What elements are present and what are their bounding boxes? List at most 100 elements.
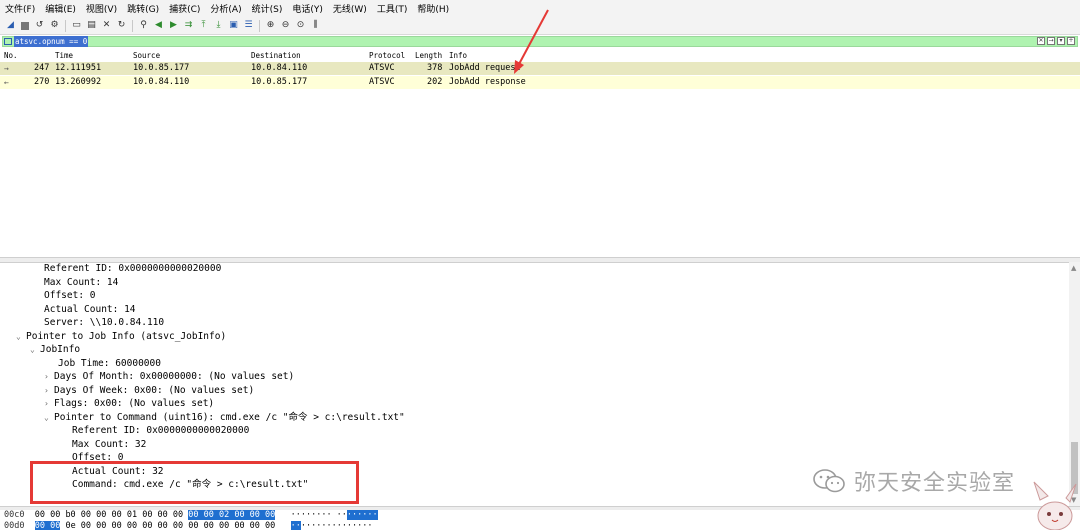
zoom-in-icon[interactable]: ⊕ (265, 20, 276, 31)
annotation-highlight-box (30, 461, 359, 504)
toolbar-separator (259, 19, 260, 32)
reload-file-icon[interactable]: ↻ (116, 20, 127, 31)
tree-item[interactable]: Referent ID: 0x0000000000020000 (44, 262, 221, 275)
display-filter-input[interactable]: atsvc.opnum == 0 (14, 36, 89, 47)
scroll-up-icon[interactable]: ▲ (1071, 264, 1076, 272)
open-file-icon[interactable]: ▭ (71, 20, 82, 31)
tree-node-command-pointer[interactable]: ⌄ Pointer to Command (uint16): cmd.exe /c… (44, 411, 405, 424)
packet-row[interactable]: ← 270 13.260992 10.0.84.110 10.0.85.177 … (0, 76, 1080, 89)
chevron-right-icon[interactable]: › (44, 397, 54, 410)
toolbar-separator (65, 19, 66, 32)
tree-node-job-info-pointer[interactable]: ⌄ Pointer to Job Info (atsvc_JobInfo) (16, 330, 226, 343)
chevron-right-icon[interactable]: › (44, 384, 54, 397)
menu-wireless[interactable]: 无线(W) (328, 2, 372, 15)
last-packet-icon[interactable]: ⤓ (213, 20, 224, 31)
tree-node-label: Days Of Week: 0x00: (No values set) (54, 385, 255, 396)
stop-capture-icon[interactable] (21, 21, 29, 30)
chevron-down-icon[interactable]: ⌄ (44, 411, 54, 424)
col-header-protocol[interactable]: Protocol (369, 50, 405, 62)
col-header-no[interactable]: No. (4, 50, 18, 62)
go-to-packet-icon[interactable]: ⇉ (183, 20, 194, 31)
zoom-normal-icon[interactable]: ⊙ (295, 20, 306, 31)
tree-item[interactable]: Offset: 0 (44, 289, 95, 302)
packet-info: JobAdd response (449, 77, 526, 87)
menu-telephony[interactable]: 电话(Y) (287, 2, 328, 15)
tree-item[interactable]: Actual Count: 14 (44, 303, 136, 316)
packet-info: JobAdd request (449, 63, 521, 73)
menu-go[interactable]: 跳转(G) (122, 2, 164, 15)
apply-filter-icon[interactable]: → (1047, 37, 1055, 45)
tree-node-days-of-month[interactable]: › Days Of Month: 0x00000000: (No values s… (44, 370, 294, 383)
menu-edit[interactable]: 编辑(E) (40, 2, 81, 15)
start-capture-icon[interactable]: ◢ (5, 20, 16, 31)
add-filter-button[interactable]: + (1067, 37, 1075, 45)
menu-tools[interactable]: 工具(T) (372, 2, 413, 15)
find-packet-icon[interactable]: ⚲ (138, 20, 149, 31)
col-header-time[interactable]: Time (55, 50, 73, 62)
main-toolbar: ◢ ↺ ⚙ ▭ ▤ ✕ ↻ ⚲ ◀ ▶ ⇉ ⤒ ⤓ ▣ ☰ ⊕ ⊖ ⊙ ⫼ (0, 17, 1080, 35)
hex-bytes: 0e 00 00 00 00 00 00 00 00 00 00 00 00 0… (60, 521, 276, 530)
menu-file[interactable]: 文件(F) (0, 2, 40, 15)
hex-bytes-selected: 00 00 02 00 00 00 (188, 510, 276, 520)
close-file-icon[interactable]: ✕ (101, 20, 112, 31)
menu-statistics[interactable]: 统计(S) (247, 2, 288, 15)
tree-item[interactable]: Server: \\10.0.84.110 (44, 316, 164, 329)
details-scrollbar[interactable]: ▲ ▼ (1069, 262, 1080, 506)
resize-columns-icon[interactable]: ⫼ (310, 20, 321, 31)
packet-no: 270 (34, 77, 50, 87)
packet-time: 13.260992 (55, 77, 102, 87)
save-file-icon[interactable]: ▤ (86, 20, 97, 31)
menu-analyze[interactable]: 分析(A) (205, 2, 246, 15)
first-packet-icon[interactable]: ⤒ (198, 20, 209, 31)
go-forward-icon[interactable]: ▶ (168, 20, 179, 31)
chevron-right-icon[interactable]: › (44, 370, 54, 383)
chevron-down-icon[interactable]: ⌄ (16, 330, 26, 343)
clear-filter-icon[interactable]: ✕ (1037, 37, 1045, 45)
hex-bytes: 00 00 b0 00 00 00 01 00 00 00 (34, 510, 189, 520)
hex-row[interactable]: 00c0 00 00 b0 00 00 00 01 00 00 00 00 00… (4, 510, 378, 520)
packet-time: 12.111951 (55, 63, 102, 73)
response-arrow-icon: ← (4, 78, 9, 87)
hex-bytes-selected: 00 00 (34, 521, 61, 530)
tree-node-days-of-week[interactable]: › Days Of Week: 0x00: (No values set) (44, 384, 254, 397)
toolbar-separator (132, 19, 133, 32)
zoom-out-icon[interactable]: ⊖ (280, 20, 291, 31)
mascot-image (1033, 481, 1077, 530)
packet-row[interactable]: → 247 12.111951 10.0.85.177 10.0.84.110 … (0, 62, 1080, 75)
packet-destination: 10.0.85.177 (251, 77, 308, 87)
tree-node-flags[interactable]: › Flags: 0x00: (No values set) (44, 397, 214, 410)
menu-help[interactable]: 帮助(H) (412, 2, 454, 15)
hex-offset: 00d0 (4, 521, 25, 530)
tree-node-jobinfo[interactable]: ⌄ JobInfo (30, 343, 80, 356)
bytes-pane: 00c0 00 00 b0 00 00 00 01 00 00 00 00 00… (0, 509, 1080, 530)
chevron-down-icon[interactable]: ⌄ (30, 343, 40, 356)
col-header-destination[interactable]: Destination (251, 50, 301, 62)
go-back-icon[interactable]: ◀ (153, 20, 164, 31)
packet-source: 10.0.85.177 (133, 63, 190, 73)
menu-capture[interactable]: 捕获(C) (164, 2, 205, 15)
hex-ascii-selected: ·· (290, 521, 301, 530)
menu-view[interactable]: 视图(V) (81, 2, 122, 15)
display-filter-bar[interactable]: atsvc.opnum == 0 ✕ → ▾ + (2, 36, 1078, 47)
col-header-info[interactable]: Info (449, 50, 467, 62)
packet-length: 202 (427, 77, 443, 87)
tree-item[interactable]: Referent ID: 0x0000000000020000 (72, 424, 249, 437)
tree-item[interactable]: Max Count: 32 (72, 438, 146, 451)
menu-bar: 文件(F) 编辑(E) 视图(V) 跳转(G) 捕获(C) 分析(A) 统计(S… (0, 0, 1080, 17)
colorize-icon[interactable]: ☰ (243, 20, 254, 31)
packet-protocol: ATSVC (369, 77, 395, 87)
capture-options-icon[interactable]: ⚙ (49, 20, 60, 31)
bookmark-icon[interactable] (4, 38, 12, 45)
packet-no: 247 (34, 63, 50, 73)
col-header-length[interactable]: Length (415, 50, 442, 62)
hex-row[interactable]: 00d0 00 00 0e 00 00 00 00 00 00 00 00 00… (4, 521, 373, 530)
tree-item[interactable]: Job Time: 60000000 (58, 357, 161, 370)
tree-item[interactable]: Max Count: 14 (44, 276, 118, 289)
tree-node-label: Pointer to Command (uint16): cmd.exe /c … (54, 412, 405, 423)
autoscroll-icon[interactable]: ▣ (228, 20, 239, 31)
watermark: 弥天安全实验室 (812, 465, 1015, 497)
col-header-source[interactable]: Source (133, 50, 160, 62)
tree-node-label: Days Of Month: 0x00000000: (No values se… (54, 371, 295, 382)
restart-capture-icon[interactable]: ↺ (34, 20, 45, 31)
recent-filters-icon[interactable]: ▾ (1057, 37, 1065, 45)
